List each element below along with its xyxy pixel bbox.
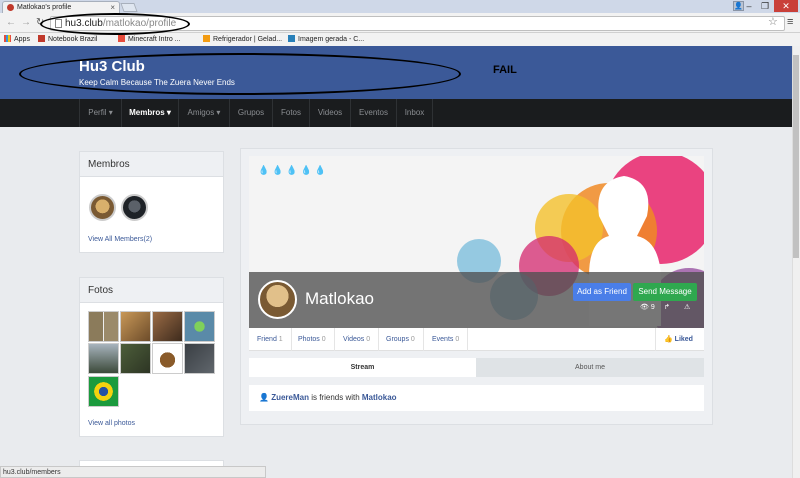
fail-annotation: FAIL [493, 64, 517, 76]
new-tab-button[interactable] [120, 3, 138, 12]
minimize-icon[interactable]: – [742, 0, 756, 12]
menu-icon[interactable]: ≡ [787, 16, 793, 28]
url-highlight-ellipse [40, 13, 190, 35]
close-tab-icon[interactable]: × [110, 2, 115, 13]
site-navbar: Perfil ▾ Membros ▾ Amigos ▾ Grupos Fotos… [0, 99, 792, 127]
tab-videos[interactable]: Videos 0 [335, 328, 380, 351]
liked-button[interactable]: 👍 Liked 0 [655, 328, 704, 366]
view-all-members-link[interactable]: View All Members(2) [88, 236, 152, 243]
bookmark-item[interactable]: Minecraft Intro ... [118, 35, 181, 43]
favicon-icon [7, 4, 14, 11]
tab-title: Matlokao's profile [17, 4, 72, 11]
status-bar: hu3.club/members [0, 466, 266, 478]
photo-thumbnail[interactable] [88, 343, 119, 374]
member-avatar[interactable] [89, 194, 116, 221]
nav-inbox[interactable]: Inbox [396, 99, 433, 127]
bookmark-star-icon[interactable]: ☆ [768, 15, 778, 28]
bookmark-icon [38, 35, 45, 42]
rating-icons: 💧💧💧💧💧 [258, 165, 330, 175]
activity-text: is friends with [308, 393, 362, 402]
photo-thumbnail[interactable] [152, 343, 183, 374]
photo-thumbnail[interactable] [184, 311, 215, 342]
tab-friend[interactable]: Friend 1 [249, 328, 292, 351]
bookmark-apps[interactable]: Apps [4, 35, 30, 43]
photo-thumbnail[interactable] [88, 376, 119, 407]
browser-tab[interactable]: Matlokao's profile × [2, 1, 120, 13]
restore-icon[interactable]: ❐ [758, 0, 772, 12]
tab-about-me[interactable]: About me [476, 358, 704, 377]
activity-actor-link[interactable]: ZuereMan [271, 393, 309, 402]
thumbs-up-icon: 👍 [664, 336, 675, 343]
view-all-photos-link[interactable]: View all photos [88, 420, 135, 427]
send-message-button[interactable]: Send Message [633, 283, 697, 301]
profile-name: Matlokao [305, 289, 374, 308]
browser-tabbar: Matlokao's profile × 👤 – ❐ ✕ [0, 0, 800, 13]
profile-tabs: Friend 1 Photos 0 Videos 0 Groups 0 Even… [249, 328, 704, 366]
members-panel-title: Membros [80, 152, 223, 177]
add-friend-button[interactable]: Add as Friend [573, 283, 631, 301]
activity-item: 👤 ZuereMan is friends with Matlokao [249, 385, 704, 411]
apps-icon [4, 35, 11, 42]
forward-icon[interactable]: → [21, 17, 31, 28]
back-icon[interactable]: ← [6, 17, 16, 28]
nav-membros[interactable]: Membros ▾ [121, 99, 178, 127]
bookmark-item[interactable]: Notebook Brazil [38, 35, 97, 43]
photo-thumbnail[interactable] [120, 311, 151, 342]
tab-photos[interactable]: Photos 0 [290, 328, 335, 351]
window-controls: – ❐ ✕ [742, 0, 798, 12]
nav-perfil[interactable]: Perfil ▾ [79, 99, 121, 127]
brand-highlight-ellipse [19, 53, 461, 95]
report-icon[interactable]: ⚠ [684, 303, 690, 311]
photo-thumbnail[interactable] [184, 343, 215, 374]
bookmark-item[interactable]: Imagem gerada - C... [288, 35, 364, 43]
views-count: 👁 9 [640, 304, 655, 311]
profile-avatar[interactable] [258, 280, 297, 319]
bookmark-item[interactable]: Refrigerador | Gelad... [203, 35, 282, 43]
tab-events[interactable]: Events 0 [424, 328, 469, 351]
share-icon[interactable]: ↱ [664, 303, 670, 311]
member-avatar[interactable] [121, 194, 148, 221]
nav-eventos[interactable]: Eventos [350, 99, 396, 127]
photo-thumbnail[interactable] [120, 343, 151, 374]
bookmark-icon [288, 35, 295, 42]
photo-thumbnail[interactable] [152, 311, 183, 342]
nav-videos[interactable]: Videos [309, 99, 350, 127]
tab-stream[interactable]: Stream [249, 358, 476, 377]
eye-icon: 👁 [640, 304, 651, 311]
close-window-icon[interactable]: ✕ [774, 0, 798, 12]
nav-amigos[interactable]: Amigos ▾ [178, 99, 229, 127]
nav-fotos[interactable]: Fotos [272, 99, 309, 127]
bookmark-icon [118, 35, 125, 42]
activity-target-link[interactable]: Matlokao [362, 393, 397, 402]
scrollbar-thumb[interactable] [793, 55, 799, 258]
nav-grupos[interactable]: Grupos [229, 99, 272, 127]
photo-thumbnail[interactable] [88, 311, 119, 342]
bookmark-icon [203, 35, 210, 42]
photos-panel-title: Fotos [80, 278, 223, 303]
user-icon: 👤 [259, 393, 272, 402]
tab-groups[interactable]: Groups 0 [378, 328, 424, 351]
